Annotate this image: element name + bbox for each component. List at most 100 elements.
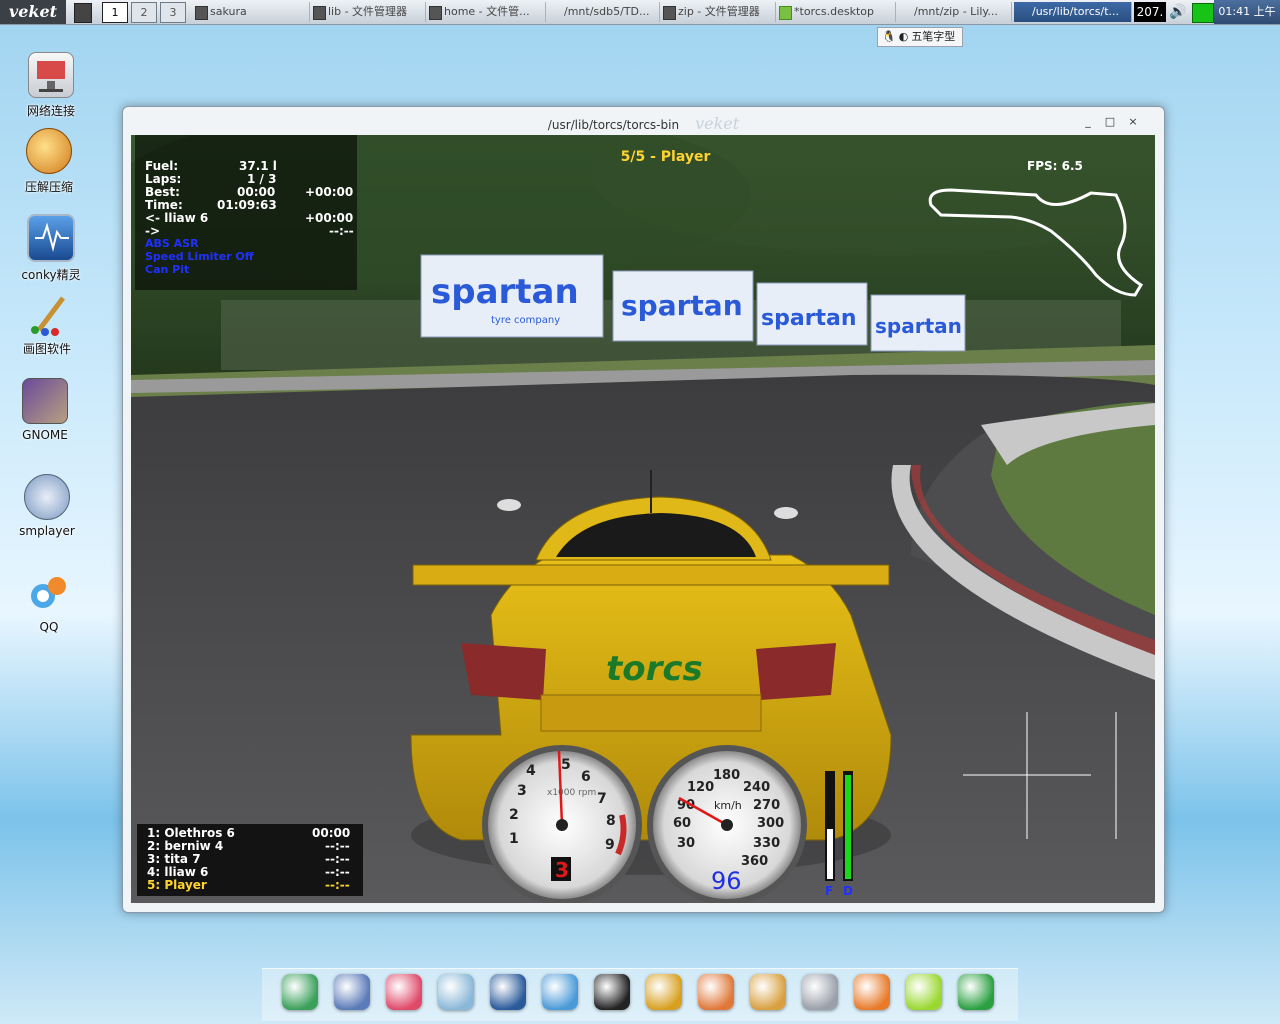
car-logo: torcs bbox=[606, 649, 703, 689]
speed-unit: km/h bbox=[714, 799, 742, 812]
speed-tick-30: 30 bbox=[677, 836, 695, 851]
desktop-icon-smplayer[interactable]: smplayer bbox=[2, 474, 92, 538]
window-titlebar[interactable]: /usr/lib/torcs/torcs-bin veket bbox=[123, 107, 1164, 135]
workspace-1[interactable]: 1 bbox=[102, 2, 128, 23]
veket-menu-button[interactable]: veket bbox=[0, 0, 66, 24]
workspace-3[interactable]: 3 bbox=[160, 2, 186, 23]
hud-blue-line: Speed Limiter Off bbox=[145, 250, 254, 263]
photo-icon[interactable] bbox=[854, 974, 890, 1010]
position-title: 5/5 - Player bbox=[620, 149, 711, 165]
workspace-2[interactable]: 2 bbox=[131, 2, 157, 23]
maximize-button[interactable]: □ bbox=[1103, 116, 1117, 128]
leaderboard-time: --:-- bbox=[325, 865, 350, 879]
desktop-icon-gnome[interactable]: GNOME bbox=[0, 378, 90, 442]
folder-icon bbox=[899, 6, 910, 18]
laps-value: 1 / 3 bbox=[247, 172, 277, 186]
paint-icon bbox=[25, 292, 69, 336]
rpm-tick-6: 6 bbox=[581, 769, 591, 785]
speed-tick-360: 360 bbox=[741, 854, 768, 869]
network-icon bbox=[28, 52, 74, 98]
folder-icon bbox=[429, 6, 442, 20]
hud-row-label: Laps: bbox=[145, 172, 182, 186]
desktop-icon-archive[interactable]: 压解压缩 bbox=[4, 128, 94, 195]
window-brand: veket bbox=[695, 114, 740, 133]
penguin-icon: 🐧 bbox=[882, 30, 896, 43]
ime-bar[interactable]: 🐧 ◐ 五笔字型 bbox=[877, 27, 964, 47]
leaderboard-time: --:-- bbox=[325, 878, 350, 892]
task-sdb5[interactable]: /mnt/sdb5/TD... bbox=[546, 2, 660, 22]
gear-indicator: 3 bbox=[555, 858, 569, 882]
notepad-icon[interactable] bbox=[438, 974, 474, 1010]
rpm-gauge: 4 5 3 2 1 6 7 8 9 x1000 rpm 3 bbox=[482, 745, 642, 903]
half-width-icon: ◐ bbox=[898, 30, 909, 43]
speed-tick-240: 240 bbox=[743, 780, 770, 795]
fuel-bar-label: F bbox=[825, 884, 833, 898]
task-mnt-zip[interactable]: /mnt/zip - Lily... bbox=[896, 2, 1012, 22]
tray-counter[interactable]: 207. bbox=[1134, 2, 1166, 22]
leaderboard-entry: 4: lliaw 6 bbox=[147, 865, 209, 879]
task-lib[interactable]: lib - 文件管理器 bbox=[310, 2, 426, 22]
player-icon bbox=[24, 474, 70, 520]
time-value: 01:09:63 bbox=[217, 198, 277, 212]
desktop-icon-conky[interactable]: conky精灵 bbox=[6, 214, 96, 283]
hud-row-label: Best: bbox=[145, 185, 180, 199]
qq-icon bbox=[27, 572, 71, 616]
ahead-delta: +00:00 bbox=[305, 211, 354, 225]
dock bbox=[262, 968, 1018, 1021]
usb-drive-icon[interactable] bbox=[802, 974, 838, 1010]
billboard-sub-1: tyre company bbox=[491, 315, 560, 326]
speed-tick-120: 120 bbox=[687, 780, 714, 795]
billboard-text-2: spartan bbox=[621, 289, 743, 322]
task-torcs-bin[interactable]: /usr/lib/torcs/t... bbox=[1014, 2, 1132, 22]
billboard-text-1: spartan bbox=[431, 272, 579, 312]
desktop-icon-paint[interactable]: 画图软件 bbox=[2, 292, 92, 357]
help-icon[interactable] bbox=[906, 974, 942, 1010]
hud-row-label: Time: bbox=[145, 198, 183, 212]
damage-bar-label: D bbox=[843, 884, 853, 898]
task-home[interactable]: home - 文件管... bbox=[426, 2, 546, 22]
desktop-icon-network[interactable]: 网络连接 bbox=[6, 52, 96, 119]
speed-tick-270: 270 bbox=[753, 798, 780, 813]
game-viewport[interactable]: spartan spartan spartan spartan tyre com… bbox=[131, 135, 1155, 903]
task-torcs-desktop[interactable]: *torcs.desktop bbox=[776, 2, 896, 22]
volume-icon[interactable]: 🔊 bbox=[1168, 3, 1188, 21]
monitor-icon bbox=[27, 214, 75, 262]
behind-delta: --:-- bbox=[329, 224, 354, 238]
network-status-icon[interactable] bbox=[1192, 3, 1214, 23]
ime-mode-label: 五笔字型 bbox=[911, 30, 956, 43]
hud-row-label: Fuel: bbox=[145, 159, 179, 173]
leaderboard-time: --:-- bbox=[325, 852, 350, 866]
close-button[interactable]: × bbox=[1126, 116, 1140, 128]
rpm-tick-5: 5 bbox=[561, 757, 571, 773]
hud-row-label: -> bbox=[145, 224, 161, 238]
rpm-unit: x1000 rpm bbox=[547, 788, 596, 798]
leaderboard-time: --:-- bbox=[325, 839, 350, 853]
camera-icon[interactable] bbox=[958, 974, 994, 1010]
hardinfo-icon[interactable] bbox=[282, 974, 318, 1010]
pet-icon[interactable] bbox=[386, 974, 422, 1010]
fuel-value: 37.1 l bbox=[239, 159, 277, 173]
clock[interactable]: 01:41 上午 bbox=[1214, 0, 1280, 24]
desktop-icon-qq[interactable]: QQ bbox=[4, 572, 94, 634]
leaderboard-entry: 2: berniw 4 bbox=[147, 839, 224, 853]
show-desktop-icon[interactable] bbox=[74, 3, 92, 23]
minimize-button[interactable]: _ bbox=[1081, 116, 1095, 128]
paint-palette-icon[interactable] bbox=[750, 974, 786, 1010]
rpm-tick-9: 9 bbox=[605, 837, 615, 853]
hud-leaderboard: 1: Olethros 6 00:00 2: berniw 4 --:-- 3:… bbox=[137, 824, 363, 896]
speed-tick-60: 60 bbox=[673, 816, 691, 831]
fps-counter: FPS: 6.5 bbox=[1027, 159, 1083, 173]
task-sakura[interactable]: sakura bbox=[192, 2, 310, 22]
rpm-tick-3: 3 bbox=[517, 783, 527, 799]
network-users-icon[interactable] bbox=[542, 974, 578, 1010]
taskbar: veket 1 2 3 sakura lib - 文件管理器 home - 文件… bbox=[0, 0, 1280, 25]
leaderboard-entry: 1: Olethros 6 bbox=[147, 826, 235, 840]
qq-penguin-icon[interactable] bbox=[594, 974, 630, 1010]
best-value: 00:00 bbox=[237, 185, 276, 199]
task-zip[interactable]: zip - 文件管理器 bbox=[660, 2, 776, 22]
computer-icon[interactable] bbox=[334, 974, 370, 1010]
media-icon[interactable] bbox=[490, 974, 526, 1010]
torcs-window: /usr/lib/torcs/torcs-bin veket _ □ × spa… bbox=[122, 106, 1165, 913]
door-exit-icon[interactable] bbox=[646, 974, 682, 1010]
windows-icon[interactable] bbox=[698, 974, 734, 1010]
